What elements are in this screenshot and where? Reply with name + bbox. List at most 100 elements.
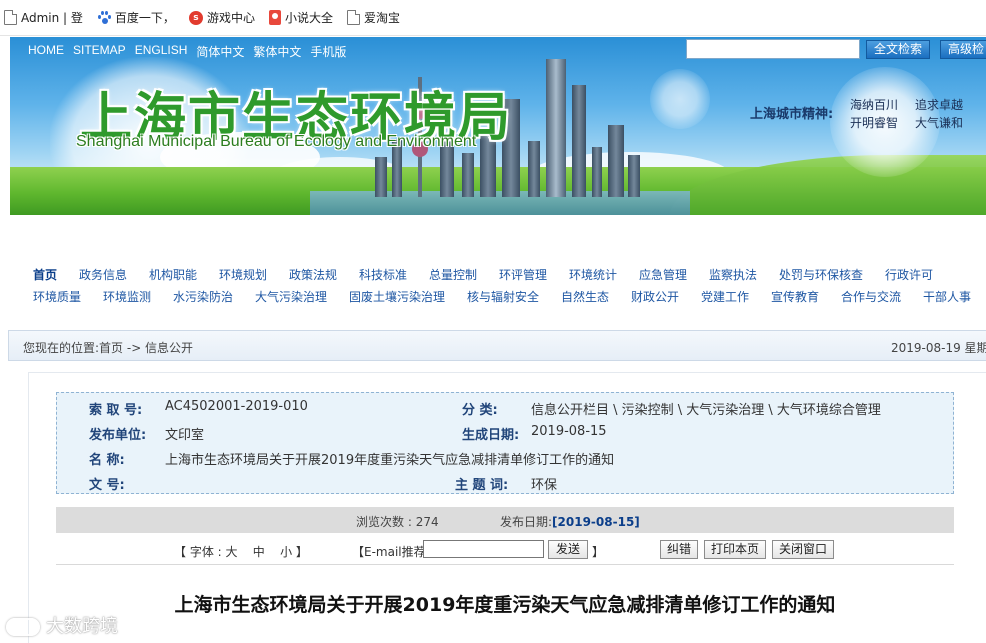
advanced-search-button[interactable]: 高级检 (940, 40, 986, 59)
top-link-mobile[interactable]: 手机版 (310, 43, 346, 60)
location-bar: 您现在的位置:首页 -> 信息公开 2019-08-19 星期- (8, 330, 986, 361)
city-spirit-phrase: 追求卓越 (915, 98, 964, 112)
nav-item[interactable]: 科技标准 (359, 266, 407, 283)
top-link-simplified[interactable]: 简体中文 (196, 43, 244, 60)
nav-item[interactable]: 环境监测 (103, 288, 151, 305)
document-metadata: 索 取 号: AC4502001-2019-010 分 类: 信息公开栏目 \ … (56, 392, 954, 494)
publisher-label: 发布单位: (89, 428, 147, 443)
bookmark-label: 爱淘宝 (363, 11, 400, 25)
city-spirit-label: 上海城市精神: (750, 107, 834, 122)
current-date: 2019-08-19 星期- (891, 341, 986, 355)
view-count-label: 浏览次数 : (356, 515, 412, 529)
nav-item[interactable]: 总量控制 (429, 266, 477, 283)
created-date-label: 生成日期: (462, 428, 520, 443)
top-link-sitemap[interactable]: SITEMAP (73, 43, 126, 60)
watermark-logo-icon (6, 618, 40, 636)
report-error-button[interactable]: 纠错 (660, 540, 698, 559)
view-count: 浏览次数 : 274 (356, 513, 439, 530)
fulltext-search-button[interactable]: 全文检索 (866, 40, 931, 59)
top-links: HOME SITEMAP ENGLISH 简体中文 繁体中文 手机版 (28, 43, 355, 60)
view-count-value: 274 (415, 515, 439, 529)
breadcrumb-path[interactable]: 首页 -> 信息公开 (99, 341, 193, 355)
site-title-en: Shanghai Municipal Bureau of Ecology and… (76, 133, 477, 150)
nav-item[interactable]: 干部人事 (923, 288, 971, 305)
bookmark-game-center[interactable]: s 游戏中心 (188, 9, 255, 26)
nav-item[interactable]: 核与辐射安全 (467, 288, 539, 305)
font-size-label: 【 字体 : (174, 545, 222, 559)
bookmarks-bar: Admin | 登 百度一下， s 游戏中心 小说大全 爱淘宝 (0, 0, 986, 36)
keyword-label: 主 题 词: (455, 478, 509, 493)
nav-item[interactable]: 合作与交流 (841, 288, 901, 305)
category-value: 信息公开栏目 \ 污染控制 \ 大气污染治理 \ 大气环境综合管理 (531, 403, 881, 418)
site-search-input[interactable] (686, 39, 860, 59)
page-icon (346, 10, 360, 25)
watermark: 大数跨境 (6, 612, 118, 638)
nav-item[interactable]: 环境质量 (33, 288, 81, 305)
bookmark-aitaobao[interactable]: 爱淘宝 (346, 9, 400, 26)
bookmark-label: Admin | 登 (21, 11, 83, 25)
nav-item[interactable]: 环境统计 (569, 266, 617, 283)
bookmark-label: 百度一下， (114, 11, 175, 25)
nav-item[interactable]: 监察执法 (709, 266, 757, 283)
watermark-text: 大数跨境 (46, 616, 118, 637)
name-label: 名 称: (89, 453, 125, 468)
created-date-value: 2019-08-15 (531, 424, 607, 439)
bookmark-baidu[interactable]: 百度一下， (97, 9, 175, 26)
category-label: 分 类: (462, 403, 498, 418)
nav-item[interactable]: 应急管理 (639, 266, 687, 283)
nav-item-home[interactable]: 首页 (33, 266, 57, 283)
keyword-value: 环保 (531, 478, 558, 493)
city-spirit-phrase: 海纳百川 (850, 98, 899, 112)
email-field[interactable] (423, 540, 544, 558)
bookmark-novels[interactable]: 小说大全 (268, 9, 333, 26)
bracket-close: 】 (295, 545, 308, 559)
city-spirit-phrase: 大气谦和 (915, 116, 964, 130)
nav-item[interactable]: 大气污染治理 (255, 288, 327, 305)
nav-item[interactable]: 行政许可 (885, 266, 933, 283)
breadcrumb: 您现在的位置:首页 -> 信息公开 (23, 339, 193, 356)
font-size-medium[interactable]: 中 (253, 545, 265, 559)
article-stats: 浏览次数 : 274 发布日期:[2019-08-15] (56, 507, 954, 533)
close-window-button[interactable]: 关闭窗口 (772, 540, 834, 559)
top-link-traditional[interactable]: 繁体中文 (253, 43, 301, 60)
bracket-close: 】 (592, 545, 605, 559)
nav-item[interactable]: 水污染防治 (173, 288, 233, 305)
email-recommend-label: 【E-mail推荐 (352, 545, 426, 559)
nav-item[interactable]: 党建工作 (701, 288, 749, 305)
novel-icon (268, 10, 281, 25)
nav-item[interactable]: 环境规划 (219, 266, 267, 283)
nav-item[interactable]: 财政公开 (631, 288, 679, 305)
font-size-small[interactable]: 小 (280, 545, 292, 559)
top-link-english[interactable]: ENGLISH (135, 43, 188, 60)
baidu-paw-icon (97, 10, 111, 25)
nav-item[interactable]: 固废土壤污染治理 (349, 288, 445, 305)
nav-item[interactable]: 政策法规 (289, 266, 337, 283)
publisher-value: 文印室 (165, 428, 205, 443)
bookmark-label: 游戏中心 (206, 11, 255, 25)
publish-date-value: [2019-08-15] (552, 515, 640, 529)
article-title: 上海市生态环境局关于开展2019年度重污染天气应急减排清单修订工作的通知 (174, 594, 836, 616)
top-link-home[interactable]: HOME (28, 43, 64, 60)
nav-item[interactable]: 自然生态 (561, 288, 609, 305)
city-spirit-phrase: 开明睿智 (850, 116, 899, 130)
page-icon (4, 10, 17, 25)
nav-item[interactable]: 宣传教育 (771, 288, 819, 305)
breadcrumb-prefix: 您现在的位置: (23, 341, 100, 355)
nav-item[interactable]: 处罚与环保核查 (779, 266, 863, 283)
site-banner: HOME SITEMAP ENGLISH 简体中文 繁体中文 手机版 全文检索 … (10, 37, 986, 215)
nav-item[interactable]: 环评管理 (499, 266, 547, 283)
name-value: 上海市生态环境局关于开展2019年度重污染天气应急减排清单修订工作的通知 (165, 453, 615, 468)
bookmark-label: 小说大全 (284, 11, 333, 25)
article-toolbar: 【 字体 : 大 中 小 】 【E-mail推荐 发送 】 纠错 打印本页 关闭… (56, 537, 954, 565)
index-number-label: 索 取 号: (89, 403, 143, 418)
nav-item[interactable]: 机构职能 (149, 266, 197, 283)
bookmark-admin[interactable]: Admin | 登 (4, 9, 83, 26)
game-center-icon: s (188, 10, 203, 25)
nav-item[interactable]: 政务信息 (79, 266, 127, 283)
doc-number-label: 文 号: (89, 478, 125, 493)
index-number-value: AC4502001-2019-010 (165, 399, 308, 414)
send-button[interactable]: 发送 (548, 540, 588, 559)
font-size-controls: 【 字体 : 大 中 小 】 (174, 543, 308, 560)
font-size-large[interactable]: 大 (226, 545, 238, 559)
print-page-button[interactable]: 打印本页 (704, 540, 766, 559)
